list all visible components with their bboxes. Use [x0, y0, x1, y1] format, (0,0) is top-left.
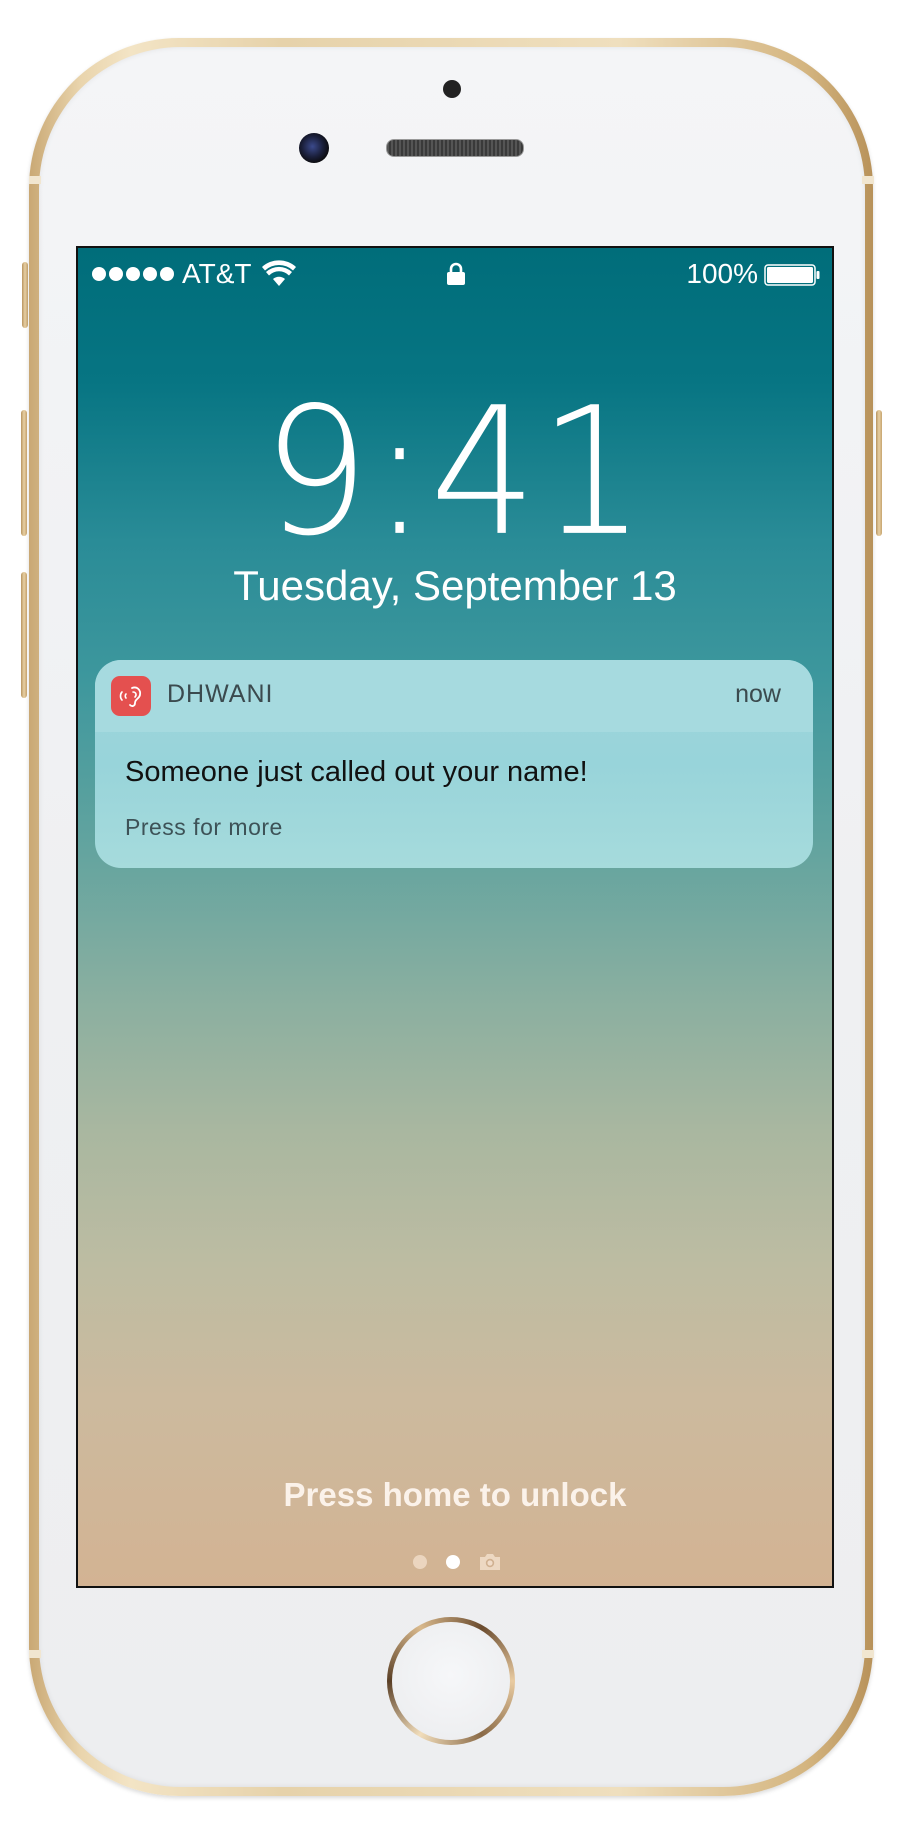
notification-banner[interactable]: DHWANI now Someone just called out your … [95, 660, 813, 868]
antenna-line [29, 176, 41, 184]
battery-icon [764, 264, 820, 286]
sleep-wake-button[interactable] [876, 410, 882, 536]
signal-strength-icon [92, 267, 174, 281]
notification-hint: Press for more [125, 814, 283, 840]
carrier-name: AT&T [182, 258, 252, 289]
ear-icon [119, 686, 142, 707]
battery-percentage: 100% [686, 258, 758, 289]
antenna-line [862, 1650, 874, 1658]
mute-switch[interactable] [22, 262, 28, 328]
home-button[interactable] [387, 1617, 515, 1745]
notification-message: Someone just called out your name! [125, 756, 588, 788]
antenna-line [29, 1650, 41, 1658]
lock-screen-clock: 9:41 [262, 369, 648, 575]
notification-app-name: DHWANI [167, 680, 274, 708]
front-camera [299, 133, 329, 163]
unlock-hint: Press home to unlock [283, 1476, 627, 1513]
page-dot-active [446, 1555, 460, 1569]
antenna-line [862, 176, 874, 184]
notification-time: now [735, 680, 781, 708]
volume-up-button[interactable] [21, 410, 27, 536]
camera-icon[interactable] [478, 1552, 502, 1572]
lock-screen: AT&T 100% 9:41 Tuesday, September 13 DHW… [76, 246, 834, 1588]
device-mockup: AT&T 100% 9:41 Tuesday, September 13 DHW… [0, 0, 917, 1828]
lock-screen-date: Tuesday, September 13 [233, 562, 677, 609]
earpiece-speaker [386, 139, 524, 157]
wifi-icon [262, 260, 296, 286]
lock-icon [447, 262, 465, 285]
app-icon [111, 676, 151, 716]
proximity-sensor [443, 80, 461, 98]
volume-down-button[interactable] [21, 572, 27, 698]
status-bar: AT&T 100% [78, 248, 832, 302]
page-indicator[interactable] [78, 1550, 832, 1574]
page-dot [413, 1555, 427, 1569]
